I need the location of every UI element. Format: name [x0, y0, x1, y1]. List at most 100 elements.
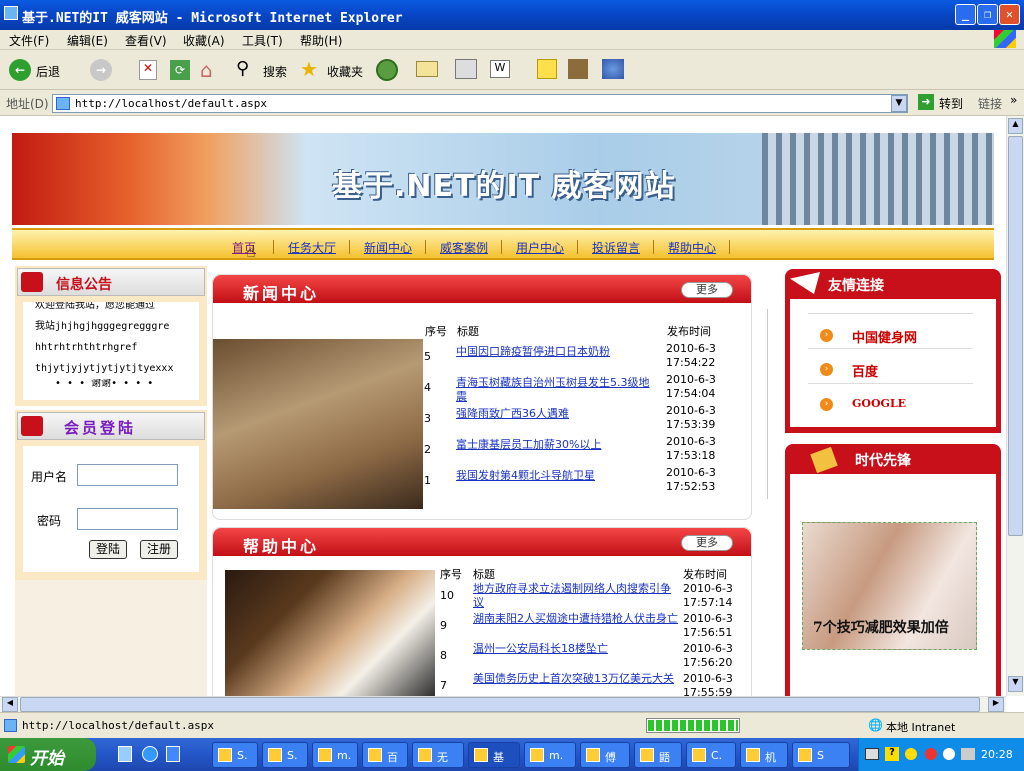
messenger-icon[interactable]: [602, 59, 624, 79]
friend-link-baidu[interactable]: 百度: [852, 361, 878, 380]
links-label[interactable]: 链接: [978, 95, 1002, 112]
help-more-label[interactable]: 更多: [696, 536, 718, 549]
address-dropdown-icon[interactable]: ▼: [891, 95, 907, 112]
history-icon[interactable]: [376, 59, 398, 81]
username-input[interactable]: [77, 464, 178, 486]
news-more-label[interactable]: 更多: [696, 283, 718, 296]
mail-icon[interactable]: [416, 61, 438, 77]
help-more-button[interactable]: 更多: [681, 535, 733, 551]
nav-news[interactable]: 新闻中心: [364, 239, 412, 256]
ie-quicklaunch-icon[interactable]: [142, 746, 158, 762]
taskbar-button[interactable]: m.: [312, 742, 358, 768]
register-button[interactable]: 注册: [140, 540, 178, 559]
volume-icon[interactable]: [961, 748, 975, 760]
nav-help[interactable]: 帮助中心: [668, 239, 716, 256]
nav-task-hall[interactable]: 任务大厅: [288, 239, 336, 256]
home-icon[interactable]: ⌂: [200, 58, 213, 82]
menu-edit[interactable]: 编辑(E): [67, 32, 108, 49]
taskbar-button[interactable]: 机: [740, 742, 788, 768]
start-button[interactable]: 开始: [0, 738, 96, 771]
help-row-title[interactable]: 温州一公安局科长18楼坠亡: [473, 642, 681, 656]
vertical-scrollbar[interactable]: ▲ ▼: [1006, 116, 1024, 696]
restore-button[interactable]: ❐: [977, 4, 998, 25]
favorites-star-icon[interactable]: ★: [300, 57, 318, 81]
horizontal-scroll-thumb[interactable]: [20, 697, 980, 712]
back-arrow-icon[interactable]: ←: [9, 59, 31, 81]
task-app-icon: [746, 748, 760, 762]
taskbar-button[interactable]: 基: [468, 742, 520, 768]
close-button[interactable]: ✕: [999, 4, 1020, 25]
nav-cases[interactable]: 威客案例: [440, 239, 488, 256]
tray-icon[interactable]: [925, 748, 937, 760]
menu-help[interactable]: 帮助(H): [300, 32, 342, 49]
news-row-title[interactable]: 中国因口蹄疫暂停进口日本奶粉: [456, 345, 656, 359]
clock[interactable]: 20:28: [981, 748, 1013, 761]
forward-arrow-icon[interactable]: →: [90, 59, 112, 81]
taskbar-button[interactable]: 傅: [580, 742, 630, 768]
scroll-left-icon[interactable]: ◀: [2, 697, 18, 712]
scroll-down-icon[interactable]: ▼: [1008, 676, 1023, 692]
friend-link-google[interactable]: GOOGLE: [852, 397, 906, 410]
tray-icon[interactable]: [865, 748, 879, 760]
friend-link-jianshen[interactable]: 中国健身网: [852, 327, 917, 346]
login-button[interactable]: 登陆: [89, 540, 127, 559]
print-icon[interactable]: [455, 59, 477, 79]
news-row-title[interactable]: 富士康基层员工加薪30%以上: [456, 438, 656, 452]
help-row-title[interactable]: 地方政府寻求立法遏制网络人肉搜索引争议: [473, 582, 681, 610]
notice-line: thjytjyjytjytjytjtyexxx: [35, 363, 174, 374]
nav-user-center[interactable]: 用户中心: [516, 239, 564, 256]
search-icon[interactable]: ⚲: [236, 58, 249, 79]
taskbar-button[interactable]: 无: [412, 742, 464, 768]
go-arrow-icon[interactable]: ➜: [918, 94, 934, 110]
login-form: 用户名 密码 登陆 注册: [23, 446, 199, 572]
taskbar-button[interactable]: C.: [686, 742, 736, 768]
help-row-title[interactable]: 湖南耒阳2人买烟途中遭持猎枪人伏击身亡: [473, 612, 681, 626]
horizontal-scrollbar[interactable]: ◀ ▶: [0, 696, 1006, 712]
news-row-title[interactable]: 强降雨致广西36人遇难: [456, 407, 656, 421]
taskbar-button[interactable]: S.: [212, 742, 258, 768]
back-label[interactable]: 后退: [36, 63, 60, 80]
scroll-right-icon[interactable]: ▶: [988, 697, 1004, 712]
diet-ad-image[interactable]: 7个技巧减肥效果加倍: [802, 522, 977, 650]
news-header: 新闻中心: [213, 275, 751, 303]
help-row-no: 10: [440, 589, 454, 602]
taskbar-button[interactable]: S.: [262, 742, 308, 768]
task-label: m.: [549, 749, 564, 762]
taskbar-button[interactable]: S: [792, 742, 850, 768]
menu-tools[interactable]: 工具(T): [242, 32, 283, 49]
window-titlebar[interactable]: 基于.NET的IT 威客网站 - Microsoft Internet Expl…: [0, 0, 1024, 30]
tray-icon[interactable]: [905, 748, 917, 760]
help-tray-icon[interactable]: ?: [885, 747, 899, 761]
menu-file[interactable]: 文件(F): [9, 32, 49, 49]
stop-icon[interactable]: ✕: [139, 60, 157, 80]
news-row-title[interactable]: 我国发射第4颗北斗导航卫星: [456, 469, 656, 483]
go-label[interactable]: 转到: [939, 95, 963, 112]
news-row-title[interactable]: 青海玉树藏族自治州玉树县发生5.3级地震: [456, 376, 656, 404]
news-more-button[interactable]: 更多: [681, 282, 733, 298]
search-label[interactable]: 搜索: [263, 63, 287, 80]
minimize-button[interactable]: _: [955, 4, 976, 25]
vertical-scroll-thumb[interactable]: [1008, 136, 1023, 536]
links-chevron-icon[interactable]: »: [1010, 93, 1017, 107]
favorites-label[interactable]: 收藏夹: [327, 63, 363, 80]
research-icon[interactable]: [568, 59, 588, 79]
taskbar-button[interactable]: 鼯: [634, 742, 682, 768]
tray-icon[interactable]: [943, 748, 955, 760]
scroll-up-icon[interactable]: ▲: [1008, 118, 1023, 134]
menu-view[interactable]: 查看(V): [125, 32, 167, 49]
address-input[interactable]: http://localhost/default.aspx: [52, 94, 908, 113]
edit-icon[interactable]: W: [490, 60, 510, 78]
task-app-icon: [798, 748, 812, 762]
taskbar-button[interactable]: m.: [524, 742, 576, 768]
menu-favorites[interactable]: 收藏(A): [183, 32, 225, 49]
notes-icon[interactable]: [537, 59, 557, 79]
refresh-icon[interactable]: ⟳: [170, 60, 190, 80]
nav-complaints[interactable]: 投诉留言: [592, 239, 640, 256]
quicklaunch-icon[interactable]: [166, 746, 180, 762]
taskbar-button[interactable]: 百: [362, 742, 408, 768]
task-label: 无: [437, 751, 448, 764]
password-input[interactable]: [77, 508, 178, 530]
milk-eggs-image: [225, 570, 435, 696]
help-row-title[interactable]: 美国债务历史上首次突破13万亿美元大关: [473, 672, 681, 686]
quicklaunch-icon[interactable]: [118, 746, 132, 762]
